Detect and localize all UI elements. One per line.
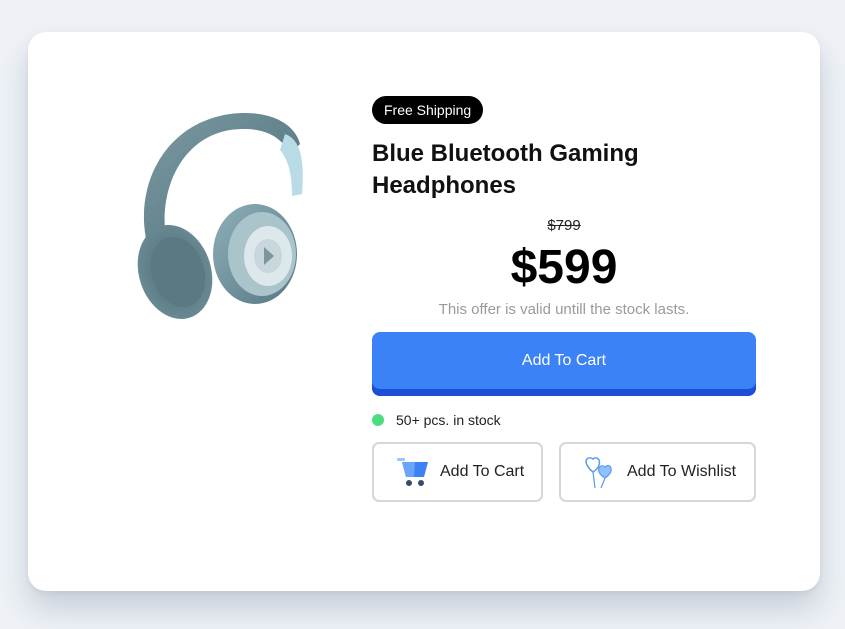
add-to-cart-label: Add To Cart — [440, 463, 525, 480]
price-block: $799 $599 This offer is valid untill the… — [372, 216, 756, 320]
product-details: Free Shipping Blue Bluetooth Gaming Head… — [372, 96, 756, 502]
secondary-actions: Add To Cart Add To Wishlist — [372, 442, 756, 502]
headphones-image — [137, 113, 303, 319]
add-to-wishlist-button[interactable]: Add To Wishlist — [559, 442, 756, 502]
cart-icon — [397, 458, 428, 486]
product-title: Blue Bluetooth Gaming Headphones — [372, 140, 639, 199]
old-price: $799 — [547, 217, 581, 234]
heart-balloons-icon — [585, 457, 612, 489]
add-to-cart-primary-button[interactable]: Add To Cart — [372, 332, 756, 396]
product-card: Free Shipping Blue Bluetooth Gaming Head… — [28, 32, 820, 591]
stock-status: 50+ pcs. in stock — [372, 410, 756, 430]
stock-text: 50+ pcs. in stock — [396, 412, 501, 428]
add-to-cart-secondary-button[interactable]: Add To Cart — [372, 442, 543, 502]
free-shipping-badge: Free Shipping — [372, 96, 484, 124]
offer-note: This offer is valid untill the stock las… — [438, 301, 690, 318]
stock-indicator-dot — [372, 414, 384, 426]
add-to-wishlist-label: Add To Wishlist — [627, 463, 737, 480]
current-price: $599 — [510, 241, 618, 294]
